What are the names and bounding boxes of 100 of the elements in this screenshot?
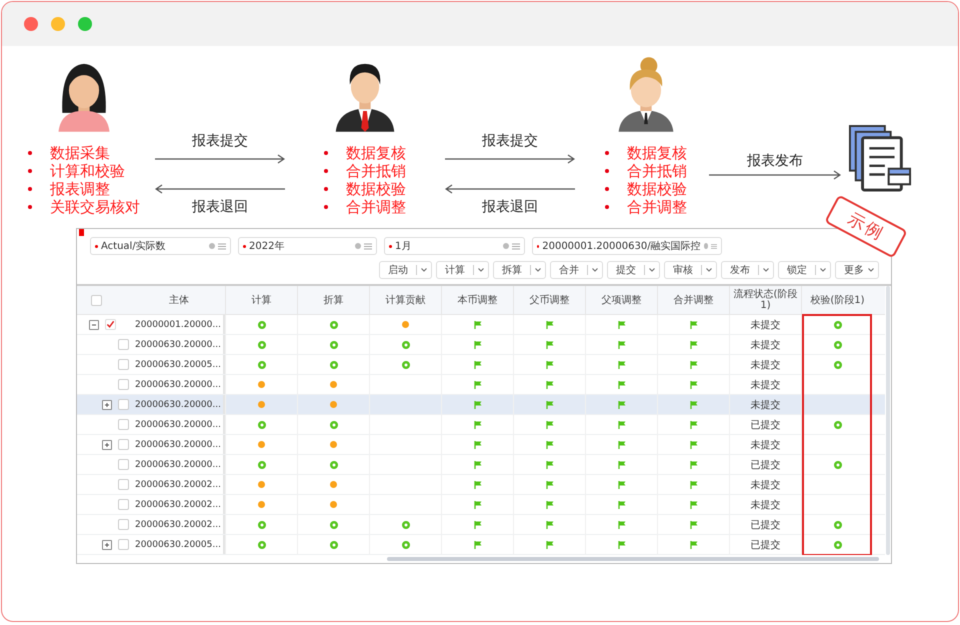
column-header: 父项调整 (585, 286, 657, 314)
table-row[interactable]: 20000630.20000... 未提交 (77, 435, 885, 455)
clear-icon[interactable] (355, 243, 361, 249)
expander-icon[interactable] (102, 440, 112, 450)
entity-cell: 20000630.20000... (133, 435, 225, 454)
clear-icon[interactable] (704, 243, 708, 249)
list-icon[interactable] (512, 242, 520, 250)
checkbox[interactable] (118, 479, 129, 490)
toolbar-button[interactable]: 更多 (835, 261, 879, 279)
clear-icon[interactable] (209, 243, 215, 249)
filter-field[interactable]: Actual/实际数 (90, 237, 231, 255)
bullet-icon (324, 205, 328, 209)
table-row[interactable]: 20000001.20000... 未提交 (77, 315, 885, 335)
table-row[interactable]: 20000630.20000... 未提交 (77, 395, 885, 415)
caret-icon (868, 268, 874, 272)
arrow-label: 报表发布 (747, 152, 803, 170)
column-header: 折算 (297, 286, 369, 314)
bullet-icon (324, 151, 328, 155)
bullet-icon (605, 169, 609, 173)
toolbar-button[interactable]: 启动 (379, 261, 432, 279)
table-row[interactable]: 20000630.20000... 已提交 (77, 415, 885, 435)
clear-icon[interactable] (503, 243, 509, 249)
column-header: 计算 (225, 286, 297, 314)
task-label: 数据校验 (627, 180, 687, 198)
status-cell: 未提交 (729, 435, 801, 454)
column-header: 流程状态(阶段1) (729, 286, 801, 314)
status-cell: 已提交 (729, 455, 801, 474)
status-cell: 已提交 (729, 535, 801, 554)
task-label: 数据复核 (346, 144, 406, 162)
toolbar-button[interactable]: 审核 (664, 261, 717, 279)
filter-field[interactable]: 2022年 (238, 237, 377, 255)
toolbar-button[interactable]: 计算 (436, 261, 489, 279)
list-icon[interactable] (364, 242, 372, 250)
status-cell: 未提交 (729, 495, 801, 514)
maximize-button[interactable] (78, 17, 92, 31)
arrow-label: 报表退回 (192, 198, 248, 216)
expander-icon[interactable] (89, 320, 99, 330)
checkbox[interactable] (118, 539, 129, 550)
caret-icon (649, 268, 655, 272)
status-cell: 未提交 (729, 355, 801, 374)
entity-cell: 20000001.20000... (133, 315, 225, 334)
caret-icon (820, 268, 826, 272)
list-icon[interactable] (711, 242, 718, 250)
filter-field[interactable]: 20000001.20000630/融实国际控 (532, 237, 722, 255)
task-label: 合并抵销 (346, 162, 406, 180)
bullet-icon (605, 205, 609, 209)
caret-icon (535, 268, 541, 272)
caret-icon (763, 268, 769, 272)
list-icon[interactable] (218, 242, 226, 250)
toolbar-button[interactable]: 合并 (550, 261, 603, 279)
table-row[interactable]: 20000630.20002... 已提交 (77, 515, 885, 535)
bullet-icon (28, 187, 32, 191)
close-button[interactable] (24, 17, 38, 31)
task-label: 数据校验 (346, 180, 406, 198)
vertical-scrollbar[interactable] (886, 286, 890, 555)
column-header: 合并调整 (657, 286, 729, 314)
status-cell: 未提交 (729, 475, 801, 494)
entity-cell: 20000630.20000... (133, 395, 225, 414)
minimize-button[interactable] (51, 17, 65, 31)
task-label: 计算和校验 (50, 162, 125, 180)
expander-icon[interactable] (102, 400, 112, 410)
expander-icon[interactable] (102, 540, 112, 550)
bullet-icon (324, 169, 328, 173)
column-header: 本币调整 (441, 286, 513, 314)
table-row[interactable]: 20000630.20002... 未提交 (77, 475, 885, 495)
checkbox[interactable] (91, 294, 102, 306)
checkbox[interactable] (118, 339, 129, 350)
column-header: 父币调整 (513, 286, 585, 314)
table-row[interactable]: 20000630.20000... 已提交 (77, 455, 885, 475)
checkbox[interactable] (118, 399, 129, 410)
toolbar-button[interactable]: 拆算 (493, 261, 546, 279)
toolbar-button[interactable]: 发布 (721, 261, 774, 279)
table-row[interactable]: 20000630.20002... 未提交 (77, 495, 885, 515)
checkbox[interactable] (118, 459, 129, 470)
table-row[interactable]: 20000630.20000... 未提交 (77, 335, 885, 355)
entity-cell: 20000630.20000... (133, 455, 225, 474)
table-row[interactable]: 20000630.20005... 未提交 (77, 355, 885, 375)
status-cell: 已提交 (729, 515, 801, 534)
caret-icon (592, 268, 598, 272)
checkbox[interactable] (118, 439, 129, 450)
status-cell: 未提交 (729, 335, 801, 354)
status-cell: 已提交 (729, 415, 801, 434)
checkbox[interactable] (118, 419, 129, 430)
task-label: 关联交易核对 (50, 198, 140, 216)
entity-cell: 20000630.20002... (133, 495, 225, 514)
checkbox[interactable] (118, 499, 129, 510)
toolbar-button[interactable]: 提交 (607, 261, 660, 279)
task-label: 数据复核 (627, 144, 687, 162)
documents-icon (848, 124, 912, 194)
status-cell: 未提交 (729, 395, 801, 414)
bullet-icon (28, 169, 32, 173)
toolbar-button[interactable]: 锁定 (778, 261, 831, 279)
checkbox[interactable] (118, 379, 129, 390)
task-label: 数据采集 (50, 144, 110, 162)
arrow-label: 报表提交 (482, 132, 538, 150)
bullet-icon (28, 151, 32, 155)
checkbox[interactable] (118, 519, 129, 530)
checkbox[interactable] (118, 359, 129, 370)
checkbox[interactable] (105, 319, 116, 330)
filter-field[interactable]: 1月 (384, 237, 525, 255)
